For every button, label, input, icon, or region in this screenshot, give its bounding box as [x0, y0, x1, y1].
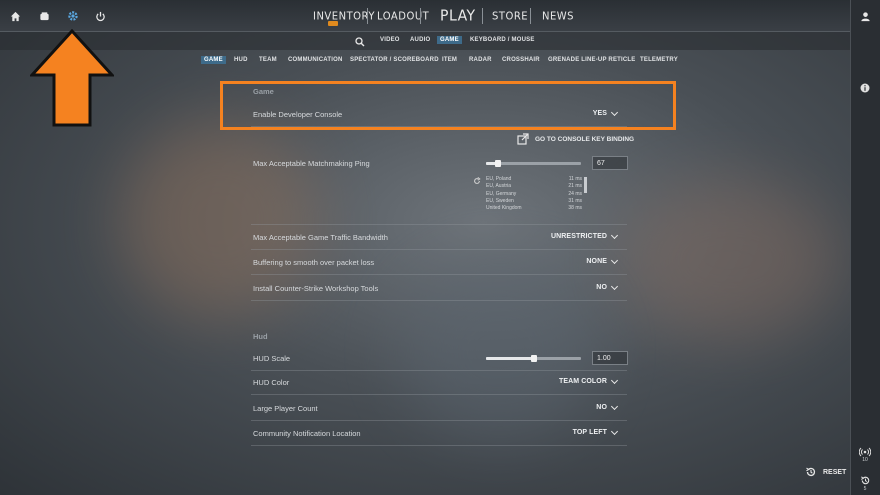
inventory-box-icon[interactable] — [36, 8, 52, 24]
reset-button[interactable]: RESET — [805, 466, 846, 478]
chevron-down-icon — [610, 376, 619, 384]
home-icon[interactable] — [7, 8, 23, 24]
refresh-icon[interactable] — [472, 176, 482, 186]
ping-server-row: EU, Austria 21 ms — [486, 183, 582, 190]
nav-divider — [420, 8, 421, 24]
dropdown-value: TEAM COLOR — [558, 378, 607, 385]
chevron-down-icon — [610, 231, 619, 239]
game-tab-spectator-scoreboard[interactable]: SPECTATOR / SCOREBOARD — [347, 56, 442, 64]
game-tab-grenade-reticle[interactable]: GRENADE LINE-UP RETICLE — [545, 56, 639, 64]
setting-row-hud-color[interactable]: HUD Color TEAM COLOR — [251, 370, 627, 395]
setting-label: HUD Scale — [253, 354, 291, 363]
game-tab-communication[interactable]: COMMUNICATION — [285, 56, 345, 64]
setting-label: Community Notification Location — [253, 429, 361, 438]
nav-divider — [482, 8, 483, 24]
chevron-down-icon — [610, 282, 619, 290]
ping-server-row: EU, Poland 11 ms — [486, 176, 582, 183]
inventory-new-badge — [328, 21, 338, 26]
game-tab-hud[interactable]: HUD — [231, 56, 251, 64]
setting-dropdown[interactable]: NONE — [586, 256, 619, 265]
dropdown-value: TOP LEFT — [572, 429, 607, 436]
setting-label: Install Counter-Strike Workshop Tools — [253, 284, 379, 293]
setting-label: Large Player Count — [253, 404, 318, 413]
reset-label: RESET — [823, 468, 847, 476]
mm-ping-slider-handle[interactable] — [495, 160, 501, 167]
settings-tab-audio[interactable]: AUDIO — [407, 36, 433, 44]
game-tab-telemetry[interactable]: TELEMETRY — [637, 56, 681, 64]
chevron-down-icon — [610, 402, 619, 410]
dropdown-value: NO — [596, 404, 607, 411]
setting-dropdown[interactable]: TEAM COLOR — [558, 376, 619, 385]
console-link-label: GO TO CONSOLE KEY BINDING — [535, 135, 635, 143]
hud-scale-input[interactable]: 1.00 — [592, 351, 628, 365]
ping-server-name: United Kingdom — [486, 205, 522, 212]
ping-server-name: EU, Germany — [486, 190, 517, 197]
ping-server-list: EU, Poland 11 ms EU, Austria 21 ms EU, Germa… — [486, 176, 582, 212]
nav-divider — [367, 8, 368, 24]
nav-loadout[interactable]: LOADOUT — [377, 0, 429, 34]
hud-scale-slider-handle[interactable] — [531, 355, 537, 362]
setting-row-workshop[interactable]: Install Counter-Strike Workshop Tools NO — [251, 276, 627, 301]
hud-scale-slider-fill — [486, 357, 534, 360]
setting-dropdown[interactable]: TOP LEFT — [572, 427, 619, 436]
arrow-up-icon — [30, 29, 114, 127]
right-rail — [850, 0, 880, 495]
setting-row-large-player-count[interactable]: Large Player Count NO — [251, 396, 627, 421]
ping-list-scrollbar[interactable] — [584, 177, 587, 193]
nav-store[interactable]: STORE — [492, 0, 528, 34]
nav-divider — [530, 8, 531, 24]
setting-dropdown[interactable]: UNRESTRICTED — [550, 231, 619, 240]
nav-news[interactable]: NEWS — [542, 0, 574, 34]
settings-tab-video[interactable]: VIDEO — [377, 36, 403, 44]
search-icon[interactable] — [352, 34, 368, 50]
dropdown-value: UNRESTRICTED — [550, 233, 607, 240]
ping-server-row: EU, Germany 24 ms — [486, 191, 582, 198]
game-tab-team[interactable]: TEAM — [256, 56, 280, 64]
nav-inventory[interactable]: INVENTORY — [313, 0, 375, 34]
section-title-hud: Hud — [253, 332, 268, 341]
ping-server-latency: 11 ms — [568, 176, 582, 182]
setting-row-notification-location[interactable]: Community Notification Location TOP LEFT — [251, 421, 627, 446]
ping-server-row: EU, Sweden 31 ms — [486, 198, 582, 205]
setting-dropdown[interactable]: NO — [596, 402, 619, 411]
settings-tab-keyboard-mouse[interactable]: KEYBOARD / MOUSE — [467, 36, 538, 44]
reset-clock-icon — [806, 467, 816, 477]
game-tab-item[interactable]: ITEM — [439, 56, 460, 64]
game-tab-radar[interactable]: RADAR — [466, 56, 495, 64]
setting-label: HUD Color — [253, 378, 290, 387]
chevron-down-icon — [610, 256, 619, 264]
power-icon[interactable] — [92, 8, 108, 24]
dropdown-value: NO — [596, 284, 607, 291]
ping-server-name: EU, Poland — [486, 176, 512, 182]
setting-label: Max Acceptable Game Traffic Bandwidth — [253, 233, 388, 242]
info-icon[interactable] — [857, 80, 873, 96]
settings-gear-icon[interactable] — [65, 8, 81, 24]
players-count: 10 — [862, 457, 868, 463]
settings-tab-game[interactable]: GAME — [437, 36, 462, 44]
setting-row-bandwidth[interactable]: Max Acceptable Game Traffic Bandwidth UN… — [251, 225, 627, 250]
mm-ping-input[interactable]: 67 — [592, 156, 628, 170]
ping-server-name: EU, Austria — [486, 183, 512, 190]
game-tab-crosshair[interactable]: CROSSHAIR — [499, 56, 543, 64]
nav-play[interactable]: PLAY — [440, 0, 476, 34]
highlight-box — [220, 81, 676, 130]
ping-server-row: United Kingdom 38 ms — [486, 205, 582, 212]
ping-server-latency: 38 ms — [568, 205, 582, 212]
game-tab-game[interactable]: GAME — [201, 56, 226, 64]
profile-icon[interactable] — [857, 8, 873, 24]
ping-server-name: EU, Sweden — [486, 197, 514, 204]
chevron-down-icon — [610, 427, 619, 435]
dropdown-value: NONE — [586, 258, 607, 265]
console-key-binding-link[interactable]: GO TO CONSOLE KEY BINDING — [517, 133, 634, 145]
setting-label: Max Acceptable Matchmaking Ping — [253, 159, 370, 168]
history-count: 5 — [863, 486, 867, 492]
external-link-icon — [517, 133, 529, 145]
ping-server-latency: 24 ms — [568, 190, 582, 197]
setting-row-buffering[interactable]: Buffering to smooth over packet loss NON… — [251, 250, 627, 275]
setting-label: Buffering to smooth over packet loss — [253, 258, 375, 267]
ping-server-latency: 21 ms — [568, 183, 582, 190]
setting-dropdown[interactable]: NO — [596, 282, 619, 291]
ping-server-latency: 31 ms — [568, 197, 582, 204]
